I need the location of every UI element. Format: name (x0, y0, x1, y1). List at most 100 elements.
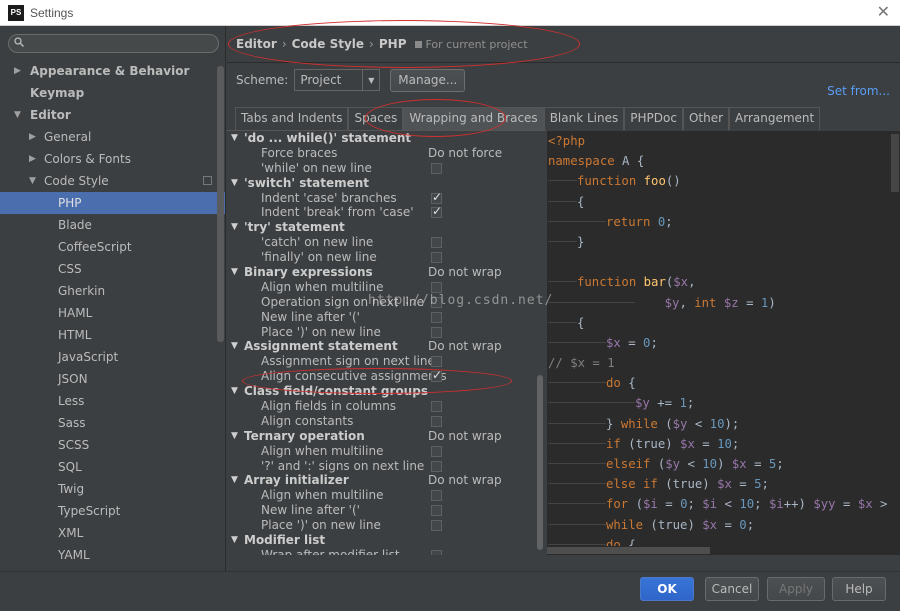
code-horizontal-scrollbar[interactable] (547, 546, 890, 555)
cancel-button[interactable]: Cancel (705, 577, 759, 601)
expand-down-icon[interactable]: ▼ (231, 473, 238, 488)
sidebar-item-sql[interactable]: SQL (0, 456, 225, 478)
settings-group-header[interactable]: ▼ 'do ... while()' statement (227, 131, 546, 146)
search-input[interactable] (8, 34, 219, 53)
chevron-down-icon[interactable]: ▼ (362, 70, 379, 90)
settings-group-header[interactable]: ▼ Class field/constant groups (227, 384, 546, 399)
tab-blank-lines[interactable]: Blank Lines (543, 107, 625, 130)
code-vertical-scrollbar-thumb[interactable] (891, 134, 899, 192)
settings-group-header[interactable]: ▼ Array initializer Do not wrap (227, 473, 546, 488)
option-checkbox[interactable] (431, 311, 442, 323)
option-checkbox[interactable] (431, 281, 442, 293)
apply-button[interactable]: Apply (767, 577, 825, 601)
wrap-option-value[interactable]: Do not force (428, 146, 502, 161)
sidebar-item-sass[interactable]: Sass (0, 412, 225, 434)
wrap-option-value[interactable]: Do not wrap (428, 265, 502, 280)
sidebar-item-label: Gherkin (58, 284, 106, 298)
expand-down-icon[interactable]: ▼ (14, 104, 21, 126)
code-vertical-scrollbar[interactable] (890, 131, 900, 555)
manage-button[interactable]: Manage... (390, 68, 466, 92)
expand-down-icon[interactable]: ▼ (231, 176, 238, 191)
settings-scrollbar-thumb[interactable] (537, 375, 543, 550)
wrap-option-value[interactable]: Do not wrap (428, 339, 502, 354)
sidebar-item-colors-fonts[interactable]: ▶ Colors & Fonts (0, 148, 225, 170)
settings-group-header[interactable]: ▼ Modifier list (227, 533, 546, 548)
option-checkbox[interactable] (431, 490, 442, 502)
sidebar-item-editor[interactable]: ▼ Editor (0, 104, 225, 126)
sidebar-item-php[interactable]: PHP (0, 192, 225, 214)
indent-guide (577, 523, 606, 525)
option-checkbox[interactable] (431, 252, 442, 264)
option-checkbox[interactable] (431, 505, 442, 517)
expand-down-icon[interactable]: ▼ (231, 220, 238, 235)
sidebar-item-yaml[interactable]: YAML (0, 544, 225, 566)
sidebar-item-typescript[interactable]: TypeScript (0, 500, 225, 522)
sidebar-item-json[interactable]: JSON (0, 368, 225, 390)
sidebar-item-code-style[interactable]: ▼ Code Style (0, 170, 225, 192)
expand-right-icon[interactable]: ▶ (29, 126, 36, 148)
sidebar-item-css[interactable]: CSS (0, 258, 225, 280)
sidebar-item-twig[interactable]: Twig (0, 478, 225, 500)
tab-phpdoc[interactable]: PHPDoc (624, 107, 683, 130)
option-checkbox[interactable] (431, 460, 442, 472)
sidebar-item-blade[interactable]: Blade (0, 214, 225, 236)
expand-down-icon[interactable]: ▼ (231, 265, 238, 280)
option-checkbox[interactable] (431, 415, 442, 427)
sidebar-item-keymap[interactable]: Keymap (0, 82, 225, 104)
sidebar-item-gherkin[interactable]: Gherkin (0, 280, 225, 302)
sidebar-item-coffeescript[interactable]: CoffeeScript (0, 236, 225, 258)
tab-wrapping-and-braces[interactable]: Wrapping and Braces (403, 107, 544, 130)
close-icon[interactable]: ✕ (877, 3, 890, 21)
option-checkbox[interactable] (431, 237, 442, 249)
sidebar-item-haml[interactable]: HAML (0, 302, 225, 324)
option-checkbox[interactable] (431, 204, 442, 219)
option-checkbox[interactable] (431, 368, 442, 383)
sidebar-item-less[interactable]: Less (0, 390, 225, 412)
wrap-option-value[interactable]: Do not wrap (428, 473, 502, 488)
tab-spaces[interactable]: Spaces (348, 107, 404, 130)
sidebar-item-xml[interactable]: XML (0, 522, 225, 544)
help-button[interactable]: Help (832, 577, 886, 601)
option-checkbox[interactable] (431, 296, 442, 308)
option-checkbox[interactable] (431, 190, 442, 205)
scheme-select[interactable]: Project ▼ (294, 69, 381, 91)
expand-down-icon[interactable]: ▼ (29, 170, 36, 192)
indent-guide (577, 381, 606, 384)
set-from-link[interactable]: Set from... (827, 84, 890, 98)
sidebar-item-scss[interactable]: SCSS (0, 434, 225, 456)
option-checkbox[interactable] (431, 326, 442, 338)
option-checkbox[interactable] (431, 356, 442, 368)
sidebar-item-appearance-behavior[interactable]: ▶ Appearance & Behavior (0, 60, 225, 82)
expand-down-icon[interactable]: ▼ (231, 533, 238, 548)
wrap-option-value[interactable]: Do not wrap (428, 429, 502, 444)
tab-other[interactable]: Other (682, 107, 730, 130)
tab-tabs-and-indents[interactable]: Tabs and Indents (235, 107, 349, 130)
settings-group-label: 'do ... while()' statement (244, 131, 412, 145)
settings-scrollbar[interactable] (536, 130, 544, 555)
expand-down-icon[interactable]: ▼ (231, 384, 238, 399)
sidebar-item-html[interactable]: HTML (0, 324, 225, 346)
sidebar-item-javascript[interactable]: JavaScript (0, 346, 225, 368)
option-checkbox[interactable] (431, 401, 442, 413)
code-token: A { (622, 154, 645, 169)
sidebar-item-general[interactable]: ▶ General (0, 126, 225, 148)
option-checkbox[interactable] (431, 445, 442, 457)
settings-group-header[interactable]: ▼ Ternary operation Do not wrap (227, 429, 546, 444)
sidebar-scrollbar[interactable] (217, 66, 224, 342)
option-checkbox[interactable] (431, 520, 442, 532)
expand-down-icon[interactable]: ▼ (231, 429, 238, 444)
settings-group-header[interactable]: ▼ Assignment statement Do not wrap (227, 339, 546, 354)
ok-button[interactable]: OK (640, 577, 694, 601)
settings-group-header[interactable]: ▼ 'switch' statement (227, 176, 546, 191)
expand-right-icon[interactable]: ▶ (14, 60, 21, 82)
tab-arrangement[interactable]: Arrangement (729, 107, 821, 130)
settings-group-header[interactable]: ▼ 'try' statement (227, 220, 546, 235)
expand-right-icon[interactable]: ▶ (29, 148, 36, 170)
code-horizontal-scrollbar-thumb[interactable] (547, 547, 710, 554)
option-checkbox[interactable] (431, 162, 442, 174)
option-checkbox[interactable] (431, 549, 442, 555)
expand-down-icon[interactable]: ▼ (231, 339, 238, 354)
settings-group-header[interactable]: ▼ Binary expressions Do not wrap (227, 265, 546, 280)
sidebar-item-label: PHP (58, 196, 82, 210)
expand-down-icon[interactable]: ▼ (231, 131, 238, 146)
